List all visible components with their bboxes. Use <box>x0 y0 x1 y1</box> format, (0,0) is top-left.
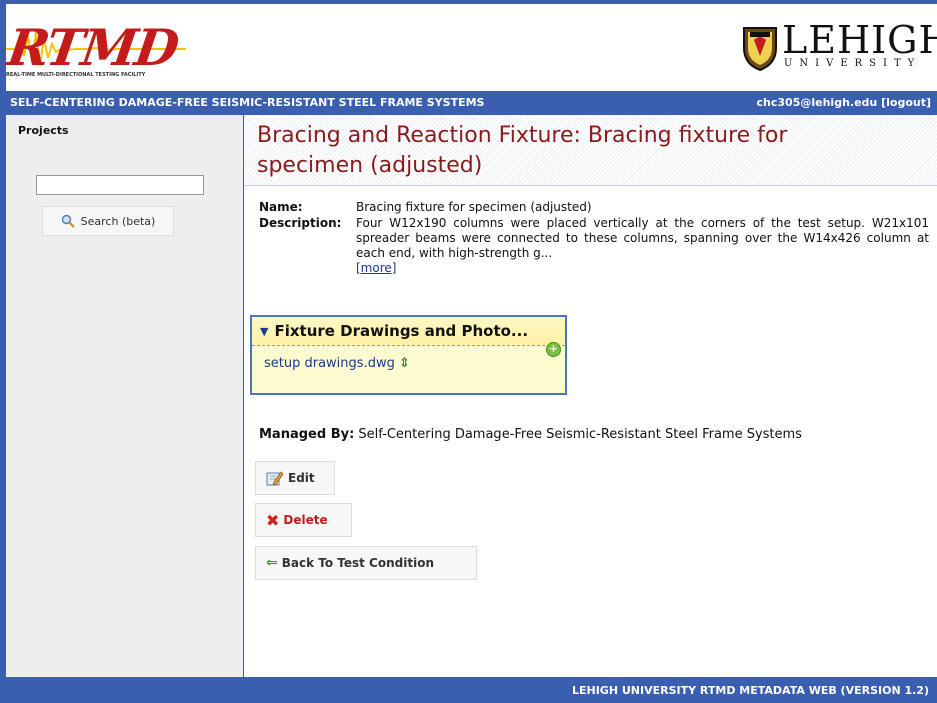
more-link[interactable]: [more] <box>356 261 396 275</box>
name-row: Name: Bracing fixture for specimen (adju… <box>259 200 929 215</box>
delete-label: Delete <box>283 513 328 527</box>
search-button[interactable]: Search (beta) <box>42 206 174 236</box>
name-label: Name: <box>259 200 303 214</box>
projects-heading: Projects <box>18 124 69 137</box>
collapse-triangle-icon[interactable]: ▼ <box>260 325 268 338</box>
project-name[interactable]: SELF-CENTERING DAMAGE-FREE SEISMIC-RESIS… <box>10 96 484 109</box>
description-label: Description: <box>259 216 342 230</box>
sidebar: Projects Search (beta) <box>6 115 244 677</box>
fixture-drawings-panel: ▼ Fixture Drawings and Photo... + setup … <box>250 315 567 395</box>
delete-button[interactable]: ✖ Delete <box>255 503 352 537</box>
lehigh-name: LEHIGH <box>782 18 937 62</box>
managed-by-value: Self-Centering Damage-Free Seismic-Resis… <box>358 427 802 442</box>
page-title: Bracing and Reaction Fixture: Bracing fi… <box>257 123 788 178</box>
user-email: chc305@lehigh.edu <box>756 96 878 109</box>
rtmd-logo[interactable]: RTMD REAL-TIME MULTI-DIRECTIONAL TESTING… <box>3 18 186 80</box>
footer-bar: LEHIGH UNIVERSITY RTMD METADATA WEB (VER… <box>6 677 937 703</box>
page-title-bar: Bracing and Reaction Fixture: Bracing fi… <box>244 115 937 186</box>
fixture-panel-title: Fixture Drawings and Photo... <box>274 322 529 340</box>
shield-icon <box>743 27 777 72</box>
logout-link[interactable]: [logout] <box>881 96 931 109</box>
managed-by: Managed By: Self-Centering Damage-Free S… <box>259 427 802 442</box>
edit-label: Edit <box>288 471 315 485</box>
managed-by-label: Managed By: <box>259 427 355 442</box>
description-row: Description: Four W12x190 columns were p… <box>259 216 929 276</box>
back-label: Back To Test Condition <box>281 556 434 570</box>
search-button-label: Search (beta) <box>80 214 156 228</box>
name-value: Bracing fixture for specimen (adjusted) <box>356 200 592 214</box>
fixture-details: Name: Bracing fixture for specimen (adju… <box>259 200 929 276</box>
description-text: Four W12x190 columns were placed vertica… <box>356 216 929 276</box>
lehigh-logo[interactable]: LEHIGH UNIVERSITY <box>742 18 937 80</box>
edit-icon <box>266 471 284 486</box>
fixture-panel-header[interactable]: ▼ Fixture Drawings and Photo... <box>252 317 565 346</box>
delete-x-icon: ✖ <box>266 510 280 530</box>
move-arrows-icon[interactable]: ⇕ <box>399 356 410 371</box>
edit-button[interactable]: Edit <box>255 461 335 495</box>
user-area: chc305@lehigh.edu [logout] <box>757 96 931 109</box>
add-file-icon[interactable]: + <box>546 342 561 357</box>
fixture-panel-body: + setup drawings.dwg ⇕ <box>252 342 565 381</box>
magnifier-icon <box>61 214 75 228</box>
lehigh-subtitle: UNIVERSITY <box>784 58 922 69</box>
rtmd-logo-text: RTMD <box>3 18 181 77</box>
back-to-test-condition-button[interactable]: ⇐ Back To Test Condition <box>255 546 477 580</box>
file-link[interactable]: setup drawings.dwg <box>264 356 395 371</box>
footer-text: LEHIGH UNIVERSITY RTMD METADATA WEB (VER… <box>571 684 929 697</box>
search-input[interactable] <box>36 175 204 195</box>
site-header: RTMD REAL-TIME MULTI-DIRECTIONAL TESTING… <box>3 4 937 91</box>
rtmd-logo-subtitle: REAL-TIME MULTI-DIRECTIONAL TESTING FACI… <box>6 72 146 78</box>
back-arrow-icon: ⇐ <box>266 555 278 571</box>
project-bar: SELF-CENTERING DAMAGE-FREE SEISMIC-RESIS… <box>6 91 937 115</box>
description-value: Four W12x190 columns were placed vertica… <box>356 216 929 260</box>
